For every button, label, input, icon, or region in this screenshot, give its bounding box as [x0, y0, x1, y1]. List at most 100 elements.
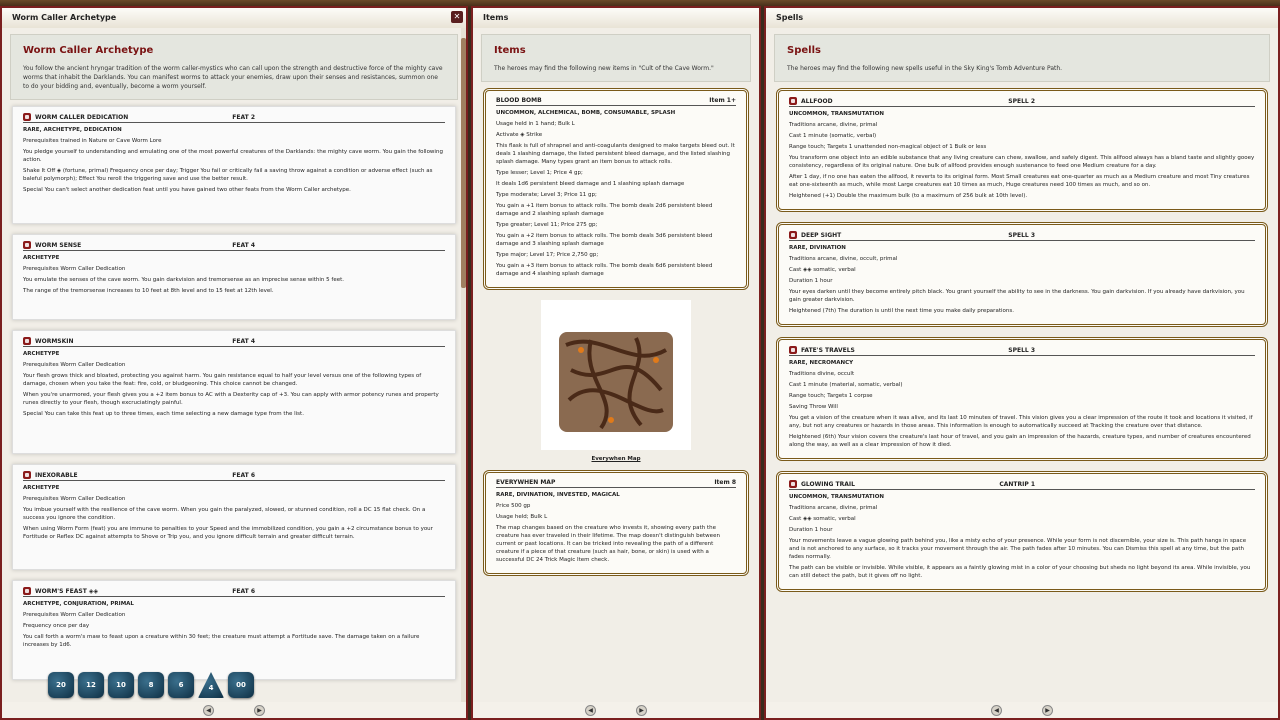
- traits: RARE, ARCHETYPE, DEDICATION: [23, 127, 122, 133]
- line: Price 500 gp: [496, 503, 531, 509]
- page-title: Spells: [787, 45, 821, 56]
- spell-card: GLOWING TRAIL CANTRIP 1 UNCOMMON, TRANSMU…: [776, 471, 1268, 592]
- line: You pledge yourself to understanding and…: [23, 149, 443, 163]
- feat-card: WORM CALLER DEDICATION FEAT 2 RARE, ARCHE…: [12, 106, 456, 224]
- link-icon[interactable]: [23, 113, 31, 121]
- line: Your flesh grows thick and bloated, prot…: [23, 373, 422, 387]
- traits: ARCHETYPE: [23, 351, 60, 357]
- line: When you're unarmored, your flesh gives …: [23, 392, 439, 406]
- spell-card: ALLFOOD SPELL 2 UNCOMMON, TRANSMUTATION T…: [776, 88, 1268, 212]
- next-page-button[interactable]: ▶: [254, 704, 265, 716]
- line: Duration 1 hour: [789, 527, 833, 533]
- page-title: Worm Caller Archetype: [23, 45, 154, 56]
- feat-level: FEAT 2: [232, 113, 255, 121]
- line: Frequency once per day: [23, 623, 90, 629]
- item-card: BLOOD BOMB Item 1+ UNCOMMON, ALCHEMICAL, …: [483, 88, 749, 290]
- d12-die[interactable]: 12: [78, 672, 104, 698]
- intro-text: The heroes may find the following new sp…: [787, 65, 1063, 72]
- page-title: Items: [494, 45, 526, 56]
- prev-page-button[interactable]: ◀: [585, 704, 596, 716]
- line: Your eyes darken until they become entir…: [789, 289, 1245, 303]
- d4-die[interactable]: 4: [198, 672, 224, 698]
- line: You transform one object into an edible …: [789, 155, 1255, 169]
- line: Prerequisites Worm Caller Dedication: [23, 266, 126, 272]
- feat-name: WORMSKIN: [35, 337, 74, 345]
- window-title: Items: [473, 8, 759, 29]
- scrollbar[interactable]: [461, 28, 466, 702]
- line: The range of the tremorsense increases t…: [23, 288, 274, 294]
- d10-die[interactable]: 10: [108, 672, 134, 698]
- link-icon[interactable]: [789, 231, 797, 239]
- map-figure: Everywhen Map: [483, 300, 749, 462]
- feat-card: WORM'S FEAST ◈◈ FEAT 6 ARCHETYPE, CONJURA…: [12, 580, 456, 680]
- line: Traditions divine, occult: [789, 371, 855, 377]
- map-caption: Everywhen Map: [591, 456, 641, 462]
- items-window[interactable]: Items Items The heroes may find the foll…: [471, 6, 761, 720]
- d8-die[interactable]: 8: [138, 672, 164, 698]
- feat-level: FEAT 4: [232, 337, 255, 345]
- line: Usage held in 1 hand; Bulk L: [496, 121, 575, 127]
- intro-text: You follow the ancient hryngar tradition…: [23, 65, 443, 90]
- spells-header: Spells The heroes may find the following…: [774, 34, 1270, 82]
- worm-content: Worm Caller Archetype You follow the anc…: [2, 28, 466, 702]
- prev-page-button[interactable]: ◀: [991, 704, 1002, 716]
- prev-page-button[interactable]: ◀: [203, 704, 214, 716]
- line: Traditions arcane, divine, primal: [789, 505, 878, 511]
- close-icon[interactable]: ✕: [451, 11, 463, 23]
- feat-card: WORMSKIN FEAT 4 ARCHETYPE Prerequisites W…: [12, 330, 456, 454]
- traits: UNCOMMON, TRANSMUTATION: [789, 494, 884, 500]
- spell-level: SPELL 3: [1008, 346, 1035, 354]
- worm-caller-window[interactable]: Worm Caller Archetype ✕ Worm Caller Arch…: [0, 6, 468, 720]
- line: Type greater; Level 11; Price 275 gp;: [496, 222, 598, 228]
- line: Your movements leave a vague glowing pat…: [789, 538, 1247, 560]
- line: Saving Throw Will: [789, 404, 838, 410]
- traits: ARCHETYPE: [23, 485, 60, 491]
- page-nav: ◀ ▶: [2, 702, 466, 718]
- line: Prerequisites Worm Caller Dedication: [23, 612, 126, 618]
- line: This flask is full of shrapnel and anti-…: [496, 143, 735, 165]
- spell-name: GLOWING TRAIL: [801, 480, 855, 488]
- feat-name: WORM SENSE: [35, 241, 82, 249]
- link-icon[interactable]: [23, 471, 31, 479]
- line: You emulate the senses of the cave worm.…: [23, 277, 344, 283]
- intro-text: The heroes may find the following new it…: [494, 65, 714, 72]
- spell-name: ALLFOOD: [801, 97, 833, 105]
- link-icon[interactable]: [789, 346, 797, 354]
- feat-name: INEXORABLE: [35, 471, 78, 479]
- spell-card: DEEP SIGHT SPELL 3 RARE, DIVINATION Tradi…: [776, 222, 1268, 327]
- traits: RARE, NECROMANCY: [789, 360, 854, 366]
- spells-window[interactable]: Spells Spells The heroes may find the fo…: [764, 6, 1280, 720]
- line: You imbue yourself with the resilience o…: [23, 507, 426, 521]
- line: Heightened (6th) Your vision covers the …: [789, 434, 1251, 448]
- line: After 1 day, if no one has eaten the all…: [789, 174, 1250, 188]
- link-icon[interactable]: [789, 480, 797, 488]
- line: Range touch; Targets 1 unattended non-ma…: [789, 144, 987, 150]
- next-page-button[interactable]: ▶: [636, 704, 647, 716]
- link-icon[interactable]: [23, 337, 31, 345]
- spell-name: FATE'S TRAVELS: [801, 346, 855, 354]
- line: Heightened (+1) Double the maximum bulk …: [789, 193, 1028, 199]
- traits: UNCOMMON, ALCHEMICAL, BOMB, CONSUMABLE, …: [496, 110, 676, 116]
- link-icon[interactable]: [23, 587, 31, 595]
- link-icon[interactable]: [23, 241, 31, 249]
- d20-die[interactable]: 20: [48, 672, 74, 698]
- d100-die[interactable]: 00: [228, 672, 254, 698]
- item-level: Item 1+: [709, 97, 736, 104]
- line: Special You can't select another dedicat…: [23, 187, 351, 193]
- link-icon[interactable]: [789, 97, 797, 105]
- line: Prerequisites Worm Caller Dedication: [23, 362, 126, 368]
- line: Traditions arcane, divine, occult, prima…: [789, 256, 898, 262]
- dice-tray: 20 12 10 8 6 4 00: [48, 672, 254, 698]
- line: The map changes based on the creature wh…: [496, 525, 720, 563]
- page-nav: ◀ ▶: [766, 702, 1278, 718]
- traits: UNCOMMON, TRANSMUTATION: [789, 111, 884, 117]
- line: You gain a +1 item bonus to attack rolls…: [496, 203, 713, 217]
- feat-level: FEAT 6: [232, 471, 255, 479]
- line: Cast ◈◈ somatic, verbal: [789, 267, 856, 273]
- next-page-button[interactable]: ▶: [1042, 704, 1053, 716]
- feat-name: WORM'S FEAST ◈◈: [35, 587, 99, 595]
- spell-card: FATE'S TRAVELS SPELL 3 RARE, NECROMANCY T…: [776, 337, 1268, 461]
- line: Activate ◈ Strike: [496, 132, 543, 138]
- line: The path can be visible or invisible. Wh…: [789, 565, 1251, 579]
- d6-die[interactable]: 6: [168, 672, 194, 698]
